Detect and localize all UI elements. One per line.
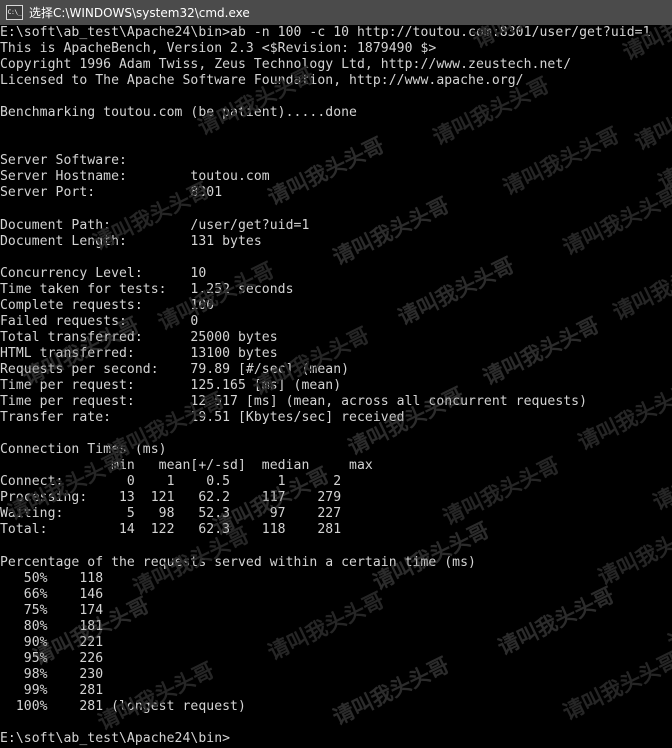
window-titlebar[interactable]: C:\_ 选择C:\WINDOWS\system32\cmd.exe <box>0 0 672 25</box>
window-title: 选择C:\WINDOWS\system32\cmd.exe <box>29 5 250 20</box>
cmd-console-icon-glyph: C:\_ <box>7 8 22 16</box>
cmd-console-icon: C:\_ <box>6 5 23 20</box>
console-text: E:\soft\ab_test\Apache24\bin>ab -n 100 -… <box>0 25 651 747</box>
console-output-area[interactable]: E:\soft\ab_test\Apache24\bin>ab -n 100 -… <box>0 25 672 748</box>
cmd-window: C:\_ 选择C:\WINDOWS\system32\cmd.exe 请叫我头头… <box>0 0 672 748</box>
